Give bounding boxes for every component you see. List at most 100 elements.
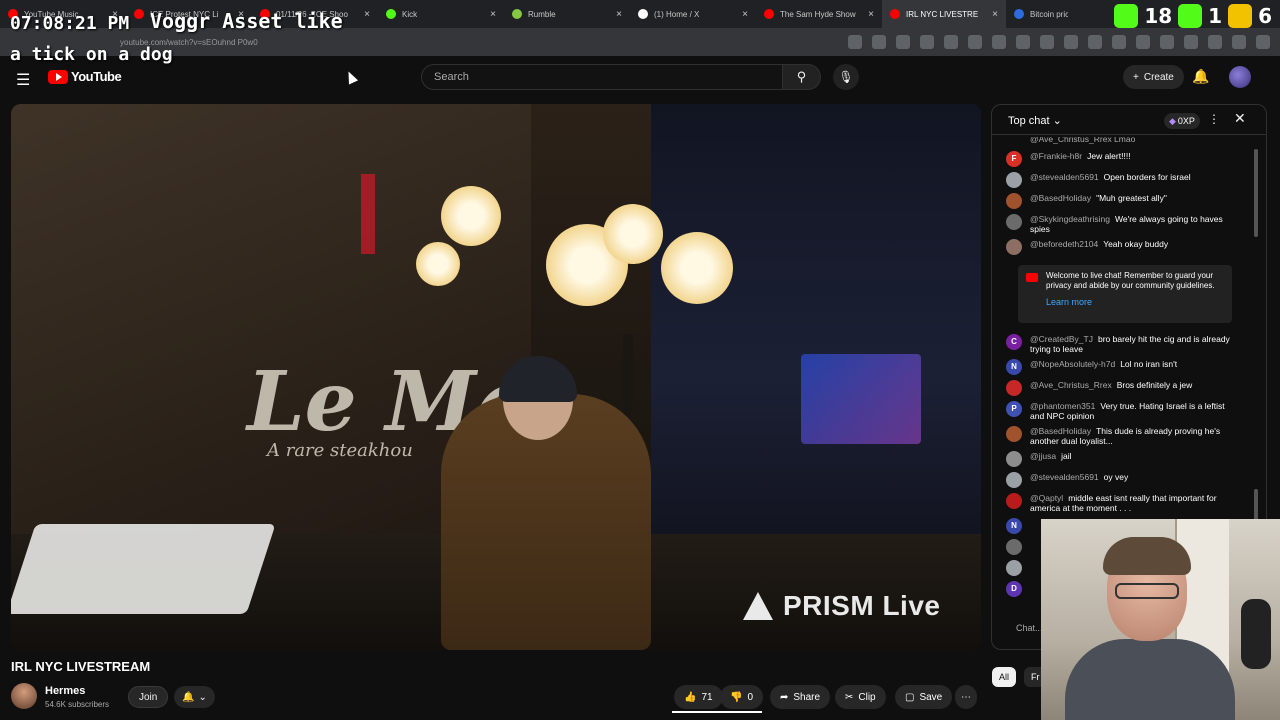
chat-username[interactable]: @BasedHoliday	[1030, 193, 1091, 203]
extension-icon[interactable]	[944, 35, 958, 49]
chat-message[interactable]: @Qaptyl middle east isnt really that impo…	[1006, 493, 1238, 513]
close-tab-icon[interactable]: ×	[862, 9, 874, 20]
voice-search-button[interactable]: 🎙	[833, 64, 859, 90]
extension-icon[interactable]	[1208, 35, 1222, 49]
extension-icon[interactable]	[1112, 35, 1126, 49]
chat-avatar[interactable]	[1006, 451, 1022, 467]
browser-tab[interactable]: Bitcoin price tod	[1006, 0, 1076, 28]
filter-chip-all[interactable]: All	[992, 667, 1017, 687]
search-input[interactable]: Search	[421, 64, 783, 90]
chat-avatar[interactable]	[1006, 472, 1022, 488]
video-player[interactable]: Le Ma A rare steakhou PRISM Live	[11, 104, 981, 650]
share-button[interactable]: ➦ Share	[770, 685, 831, 709]
close-tab-icon[interactable]: ×	[736, 9, 748, 20]
chat-input[interactable]: Chat...	[1016, 623, 1043, 633]
chat-message[interactable]: @beforedeth2104 Yeah okay buddy	[1006, 239, 1238, 255]
extension-icon[interactable]	[872, 35, 886, 49]
chat-avatar[interactable]: C	[1006, 334, 1022, 350]
chat-avatar[interactable]	[1006, 493, 1022, 509]
like-button[interactable]: 👍 71	[674, 685, 723, 709]
extension-icon[interactable]	[1016, 35, 1030, 49]
account-avatar[interactable]	[1229, 66, 1251, 88]
chat-username[interactable]: @NopeAbsolutely-h7d	[1030, 359, 1115, 369]
chat-more-icon[interactable]: ⋮	[1208, 112, 1220, 126]
join-button[interactable]: Join	[128, 686, 169, 708]
chat-message[interactable]: @Skykingdeathrising We're always going to…	[1006, 214, 1238, 234]
close-tab-icon[interactable]: ×	[610, 9, 622, 20]
save-button[interactable]: ▢ Save	[895, 685, 953, 709]
chat-message[interactable]: P @phantomen351 Very true. Hating Israel i…	[1006, 401, 1238, 421]
channel-name[interactable]: Hermes	[45, 685, 85, 697]
close-tab-icon[interactable]: ×	[986, 9, 998, 20]
chat-avatar[interactable]	[1006, 239, 1022, 255]
menu-icon[interactable]	[1256, 35, 1270, 49]
profile-icon[interactable]	[1232, 35, 1246, 49]
chat-avatar[interactable]	[1006, 560, 1022, 576]
browser-tab[interactable]: (1) Home / X ×	[630, 0, 756, 28]
notifications-bell-icon[interactable]: 🔔	[1192, 68, 1209, 85]
chat-avatar[interactable]: N	[1006, 518, 1022, 534]
extension-icon[interactable]	[968, 35, 982, 49]
chat-message[interactable]: @stevealden5691 Open borders for israel	[1006, 172, 1238, 188]
hamburger-menu-icon[interactable]: ☰	[16, 70, 30, 90]
chat-message[interactable]: F @Frankie-h8r Jew alert!!!!	[1006, 151, 1238, 167]
chat-message[interactable]: C @CreatedBy_TJ bro barely hit the cig and…	[1006, 334, 1238, 354]
close-tab-icon[interactable]: ×	[358, 9, 370, 20]
chat-avatar[interactable]: N	[1006, 359, 1022, 375]
chat-avatar[interactable]	[1006, 380, 1022, 396]
extension-icon[interactable]	[1088, 35, 1102, 49]
chat-username[interactable]: @Qaptyl	[1030, 493, 1063, 503]
learn-more-link[interactable]: Learn more	[1046, 297, 1224, 307]
chat-username[interactable]: @CreatedBy_TJ	[1030, 334, 1093, 344]
chat-avatar[interactable]: F	[1006, 151, 1022, 167]
search-button[interactable]: ⚲	[783, 64, 821, 90]
chat-avatar[interactable]	[1006, 172, 1022, 188]
extension-icon[interactable]	[992, 35, 1006, 49]
extension-icon[interactable]	[1136, 35, 1150, 49]
chat-message[interactable]: @BasedHoliday This dude is already provin…	[1006, 426, 1238, 446]
xp-badge[interactable]: ◆ 0XP	[1164, 113, 1200, 129]
chat-message[interactable]: N @NopeAbsolutely-h7d Lol no iran isn't	[1006, 359, 1238, 375]
close-tab-icon[interactable]: ×	[484, 9, 496, 20]
extension-icon[interactable]	[1064, 35, 1078, 49]
chat-avatar[interactable]	[1006, 193, 1022, 209]
chat-avatar[interactable]: P	[1006, 401, 1022, 417]
chat-username[interactable]: @phantomen351	[1030, 401, 1095, 411]
dislike-button[interactable]: 👎 0	[720, 685, 764, 709]
more-actions-button[interactable]: ⋯	[955, 685, 977, 709]
extension-icon[interactable]	[848, 35, 862, 49]
chat-message[interactable]: @Ave_Christus_Rrex Bros definitely a jew	[1006, 380, 1238, 396]
chat-scrollbar[interactable]	[1254, 149, 1258, 237]
extension-icon[interactable]	[896, 35, 910, 49]
chat-avatar[interactable]	[1006, 539, 1022, 555]
chat-username[interactable]: @beforedeth2104	[1030, 239, 1098, 249]
close-chat-icon[interactable]: ✕	[1234, 110, 1246, 127]
chat-username[interactable]: @Skykingdeathrising	[1030, 214, 1110, 224]
chat-username[interactable]: @BasedHoliday	[1030, 426, 1091, 436]
chat-avatar[interactable]	[1006, 214, 1022, 230]
browser-tab[interactable]: Rumble ×	[504, 0, 630, 28]
chat-username[interactable]: @Frankie-h8r	[1030, 151, 1082, 161]
chat-avatar[interactable]	[1006, 426, 1022, 442]
extension-icon[interactable]	[1040, 35, 1054, 49]
extension-icon[interactable]	[1184, 35, 1198, 49]
chat-mode-dropdown[interactable]: Top chat ⌄	[1008, 114, 1062, 127]
browser-tab[interactable]: The Sam Hyde Show ×	[756, 0, 882, 28]
channel-avatar[interactable]	[11, 683, 37, 709]
create-button[interactable]: + Create	[1123, 65, 1184, 89]
browser-tab[interactable]: IRL NYC LIVESTRE ×	[882, 0, 1006, 28]
youtube-logo[interactable]: YouTube	[48, 69, 122, 84]
chat-username[interactable]: @stevealden5691	[1030, 472, 1099, 482]
chat-message[interactable]: @BasedHoliday "Muh greatest ally"	[1006, 193, 1238, 209]
browser-tab[interactable]: Kick ×	[378, 0, 504, 28]
extension-icon[interactable]	[1160, 35, 1174, 49]
chat-username[interactable]: @jjusa	[1030, 451, 1056, 461]
chat-username[interactable]: @Ave_Christus_Rrex	[1030, 380, 1112, 390]
clip-button[interactable]: ✂ Clip	[835, 685, 886, 709]
chat-message[interactable]: @stevealden5691 oy vey	[1006, 472, 1238, 488]
chat-username[interactable]: @stevealden5691	[1030, 172, 1099, 182]
chat-avatar[interactable]: D	[1006, 581, 1022, 597]
subscription-bell-button[interactable]: 🔔 ⌄	[174, 686, 215, 708]
chat-message[interactable]: @jjusa jail	[1006, 451, 1238, 467]
extension-icon[interactable]	[920, 35, 934, 49]
